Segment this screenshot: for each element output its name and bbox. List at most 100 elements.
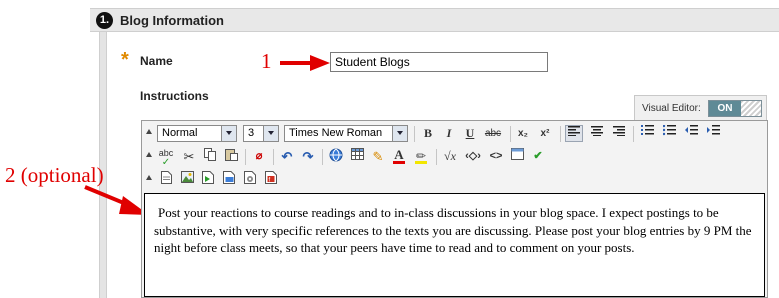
annotation-1-arrow <box>280 55 330 71</box>
toolbar-divider <box>510 126 511 142</box>
toolbar-divider <box>245 149 246 165</box>
chevron-down-icon <box>263 126 278 141</box>
toggle-grip <box>741 101 761 116</box>
check-icon: ✓ <box>161 157 171 168</box>
square-root-icon: √x <box>444 149 456 163</box>
font-size-select-value: 3 <box>248 127 255 139</box>
toolbar-row-3: f <box>142 168 767 190</box>
toolbar-divider <box>322 149 323 165</box>
chevron-down-icon <box>392 126 407 141</box>
align-left-icon <box>568 126 580 136</box>
redo-button[interactable]: ↷ <box>299 148 317 165</box>
subscript-button[interactable]: x₂ <box>514 125 532 142</box>
numbered-list-icon <box>640 125 654 135</box>
align-right-icon <box>613 126 625 136</box>
toolbar-divider <box>273 149 274 165</box>
spellcheck-button[interactable]: abc ✓ <box>155 148 177 168</box>
redo-icon: ↷ <box>302 149 314 164</box>
collapse-row-icon[interactable] <box>146 175 152 180</box>
copy-button[interactable] <box>201 148 219 165</box>
insert-flash-button[interactable]: f <box>262 171 280 188</box>
align-left-button[interactable] <box>565 125 583 142</box>
check-double-icon: ✔ <box>533 150 543 162</box>
chevron-down-icon <box>221 126 236 141</box>
text-color-button[interactable]: A <box>390 148 408 165</box>
outdent-icon <box>684 125 698 135</box>
bullet-list-icon <box>662 124 676 136</box>
table-icon <box>350 148 364 160</box>
font-family-select-value: Times New Roman <box>289 127 383 139</box>
scissors-icon: ✂ <box>183 149 195 164</box>
insert-image-button[interactable] <box>178 171 196 188</box>
toolbar-row-2: abc ✓ ✂ ⌀ ↶ ↷ ✎ A ✏ √x ‹◇› <> ✔ <box>142 145 767 168</box>
image-icon <box>180 171 194 183</box>
underline-button[interactable]: U <box>461 125 479 142</box>
indent-button[interactable] <box>704 125 722 142</box>
align-center-icon <box>591 126 603 136</box>
highlight-pen-button[interactable]: ✎ <box>369 148 387 165</box>
step-number-badge: 1. <box>96 12 113 29</box>
instructions-text: Post your reactions to course readings a… <box>154 205 752 255</box>
insert-audio-button[interactable] <box>241 171 259 188</box>
cut-button[interactable]: ✂ <box>180 148 198 165</box>
visual-editor-toggle[interactable]: ON <box>708 100 762 117</box>
insert-video-button[interactable] <box>220 171 238 188</box>
annotation-2-label: 2 (optional) <box>5 163 104 187</box>
toolbar-divider <box>414 126 415 142</box>
preview-button[interactable] <box>508 148 526 165</box>
background-color-button[interactable]: ✏ <box>412 148 430 165</box>
document-icon <box>160 171 172 184</box>
collapse-row-icon[interactable] <box>146 129 152 134</box>
paste-icon <box>224 149 238 161</box>
instructions-label: Instructions <box>140 89 209 103</box>
insert-media-button[interactable] <box>199 171 217 188</box>
video-icon <box>222 171 235 184</box>
attach-file-button[interactable] <box>157 171 175 188</box>
html-code-button[interactable]: <> <box>487 148 505 165</box>
math-equation-button[interactable]: √x <box>441 148 459 165</box>
flash-file-icon: f <box>264 171 277 184</box>
numbered-list-button[interactable] <box>638 125 656 142</box>
insert-table-button[interactable] <box>348 148 366 165</box>
section-header: 1. Blog Information <box>90 8 779 32</box>
strikethrough-button[interactable]: abc <box>481 125 505 142</box>
format-select-value: Normal <box>162 127 198 139</box>
visual-editor-toggle-container: Visual Editor: ON <box>634 95 767 121</box>
name-label: Name <box>140 54 173 68</box>
mashup-button[interactable]: ‹◇› <box>464 148 482 165</box>
section-title: Blog Information <box>120 13 224 28</box>
format-select[interactable]: Normal <box>157 125 237 142</box>
diamond-arrows-icon: ‹◇› <box>465 150 481 162</box>
font-family-select[interactable]: Times New Roman <box>284 125 408 142</box>
outdent-button[interactable] <box>682 125 700 142</box>
editor-content-area[interactable]: Post your reactions to course readings a… <box>144 193 765 297</box>
name-input[interactable] <box>330 52 548 72</box>
undo-button[interactable]: ↶ <box>278 148 296 165</box>
audio-icon <box>243 171 256 184</box>
text-color-swatch <box>393 161 405 164</box>
paste-button[interactable] <box>222 148 240 165</box>
italic-button[interactable]: I <box>440 125 458 142</box>
visual-editor-on-state: ON <box>709 101 741 116</box>
toolbar-divider <box>560 126 561 142</box>
indent-icon <box>706 125 720 135</box>
align-right-button[interactable] <box>610 125 628 142</box>
insert-link-button[interactable] <box>327 148 345 165</box>
pencil-icon: ✎ <box>372 149 384 164</box>
required-indicator: * <box>121 49 129 71</box>
remove-format-button[interactable]: ⌀ <box>250 148 268 165</box>
toolbar-divider <box>633 126 634 142</box>
font-size-select[interactable]: 3 <box>243 125 279 142</box>
bullet-list-button[interactable] <box>660 124 678 142</box>
toolbar-divider <box>436 149 437 165</box>
align-center-button[interactable] <box>588 125 606 142</box>
spellcheck-validate-button[interactable]: ✔ <box>529 148 547 165</box>
visual-editor-label: Visual Editor: <box>642 103 701 114</box>
superscript-button[interactable]: x² <box>536 125 554 142</box>
copy-icon <box>204 148 216 161</box>
toolbar-row-1: Normal 3 Times New Roman B I U abc x₂ x² <box>142 122 767 144</box>
globe-icon <box>329 148 343 162</box>
collapse-row-icon[interactable] <box>146 152 152 157</box>
annotation-1-label: 1 <box>261 49 272 73</box>
bold-button[interactable]: B <box>419 125 437 142</box>
